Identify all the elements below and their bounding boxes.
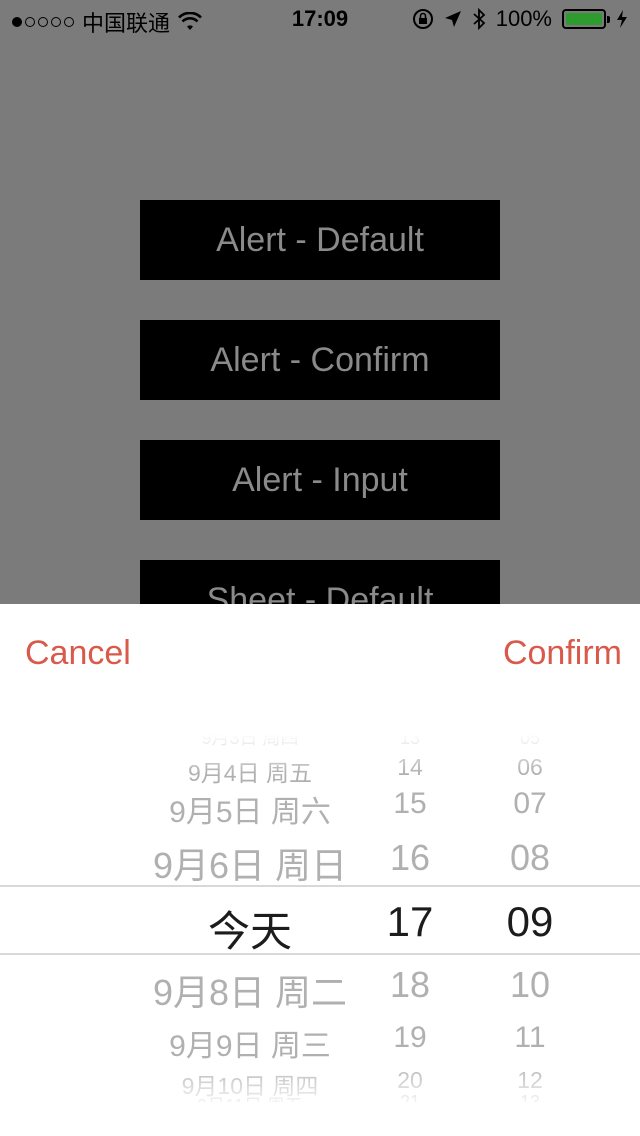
picker-column-minute[interactable]: 05 06 07 08 09 10 11 12 13 bbox=[490, 734, 570, 1104]
picker-row[interactable]: 9月6日 周日 bbox=[120, 837, 380, 889]
picker-row[interactable]: 13 bbox=[370, 734, 450, 748]
location-arrow-icon bbox=[444, 11, 461, 27]
picker-row[interactable]: 20 bbox=[370, 1067, 450, 1094]
picker-row[interactable]: 19 bbox=[370, 1021, 450, 1055]
picker-row[interactable]: 10 bbox=[490, 964, 570, 1006]
picker-row-selected[interactable]: 今天 bbox=[180, 898, 320, 959]
picker-row[interactable]: 16 bbox=[370, 837, 450, 879]
alert-confirm-button[interactable]: Alert - Confirm bbox=[140, 320, 500, 400]
battery-icon bbox=[562, 9, 610, 29]
picker-row[interactable]: 11 bbox=[490, 1021, 570, 1055]
orientation-lock-icon bbox=[412, 9, 433, 29]
picker-row-selected[interactable]: 09 bbox=[490, 898, 570, 946]
picker-row[interactable]: 13 bbox=[490, 1092, 570, 1102]
picker-row[interactable]: 9月9日 周三 bbox=[120, 1021, 380, 1065]
cancel-button[interactable]: Cancel bbox=[25, 634, 131, 673]
picker-row[interactable]: 08 bbox=[490, 837, 570, 879]
picker-row[interactable]: 9月4日 周五 bbox=[120, 754, 380, 788]
picker-column-date[interactable]: 9月3日 周四 9月4日 周五 9月5日 周六 9月6日 周日 今天 9月8日 … bbox=[120, 734, 380, 1104]
picker-row[interactable]: 9月11日 周五 bbox=[120, 1092, 380, 1102]
picker-row[interactable]: 9月5日 周六 bbox=[120, 787, 380, 831]
picker-row[interactable]: 07 bbox=[490, 787, 570, 821]
battery-percent: 100% bbox=[495, 6, 552, 31]
picker-row[interactable]: 06 bbox=[490, 754, 570, 781]
alert-input-button[interactable]: Alert - Input bbox=[140, 440, 500, 520]
charging-icon bbox=[617, 10, 627, 28]
status-bar: 中国联通 17:09 100% bbox=[0, 0, 640, 40]
confirm-button[interactable]: Confirm bbox=[503, 634, 622, 673]
picker-row[interactable]: 9月3日 周四 bbox=[120, 734, 380, 748]
picker-row[interactable]: 18 bbox=[370, 964, 450, 1006]
picker-row[interactable]: 05 bbox=[490, 734, 570, 748]
picker-row[interactable]: 12 bbox=[490, 1067, 570, 1094]
picker-row-selected[interactable]: 17 bbox=[370, 898, 450, 946]
picker-row[interactable]: 9月8日 周二 bbox=[120, 964, 380, 1016]
battery-fill bbox=[566, 13, 602, 25]
alert-default-button[interactable]: Alert - Default bbox=[140, 200, 500, 280]
picker-row[interactable]: 14 bbox=[370, 754, 450, 781]
screen: 中国联通 17:09 100% Alert - Default Alert - … bbox=[0, 0, 640, 1136]
date-time-picker[interactable]: 9月3日 周四 9月4日 周五 9月5日 周六 9月6日 周日 今天 9月8日 … bbox=[0, 734, 640, 1104]
date-picker-sheet: Cancel Confirm 9月3日 周四 9月4日 周五 9月5日 周六 9… bbox=[0, 604, 640, 1136]
status-right: 100% bbox=[412, 6, 628, 32]
picker-column-hour[interactable]: 13 14 15 16 17 18 19 20 21 bbox=[370, 734, 450, 1104]
bluetooth-icon bbox=[473, 8, 486, 30]
picker-row[interactable]: 21 bbox=[370, 1092, 450, 1102]
sheet-toolbar: Cancel Confirm bbox=[0, 604, 640, 708]
picker-row[interactable]: 15 bbox=[370, 787, 450, 821]
